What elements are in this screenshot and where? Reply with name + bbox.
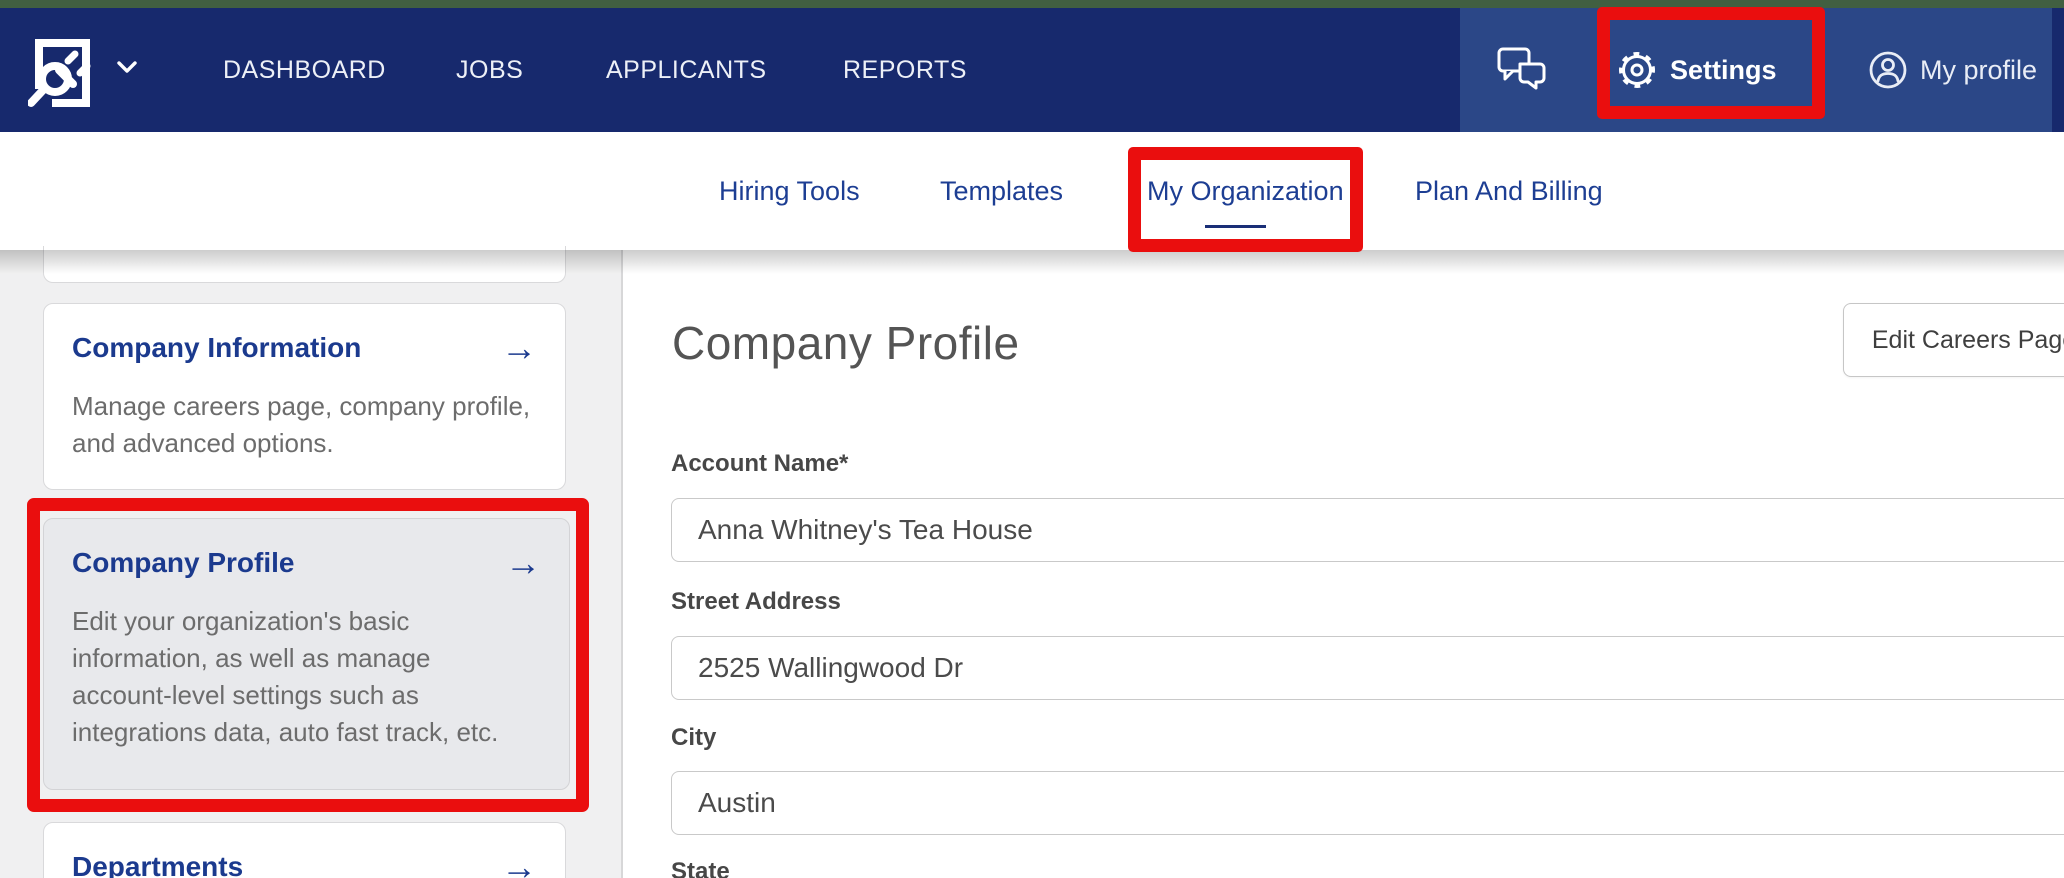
card-description: Edit your organization's basic informati… (72, 606, 499, 747)
settings-button[interactable]: Settings (1618, 8, 1777, 132)
tab-hiring-tools[interactable]: Hiring Tools (719, 132, 860, 250)
account-name-input[interactable] (671, 498, 2064, 562)
account-name-label: Account Name* (671, 450, 849, 477)
arrow-right-icon: → (501, 327, 537, 368)
street-address-label: Street Address (671, 588, 841, 615)
app-screen: DASHBOARD JOBS APPLICANTS REPORTS Settin… (0, 0, 2064, 878)
card-title: Company Information (72, 332, 362, 363)
state-label: State (671, 858, 730, 878)
sidebar-card-partial[interactable] (43, 246, 566, 283)
arrow-right-icon: → (505, 542, 541, 583)
city-label: City (671, 724, 717, 751)
settings-subnav: Hiring Tools Templates My Organization P… (0, 132, 2064, 250)
card-title: Company Profile (72, 547, 295, 578)
sidebar-card-company-information[interactable]: Company Information → Manage careers pag… (43, 303, 566, 490)
nav-item-applicants[interactable]: APPLICANTS (606, 8, 767, 132)
chat-bubbles-icon (1497, 47, 1546, 90)
my-profile-button[interactable]: My profile (1868, 8, 2037, 132)
page-title: Company Profile (672, 317, 1020, 369)
arrow-right-icon: → (501, 846, 537, 878)
sidebar-card-company-profile[interactable]: Company Profile → Edit your organization… (43, 518, 570, 790)
top-navigation-bar: DASHBOARD JOBS APPLICANTS REPORTS Settin… (0, 8, 2064, 132)
tab-plan-and-billing[interactable]: Plan And Billing (1415, 132, 1603, 250)
plug-logo-icon (28, 39, 91, 107)
browser-top-strip (0, 0, 2064, 8)
chat-button[interactable] (1496, 46, 1550, 94)
sidebar-divider (621, 250, 623, 878)
tab-my-organization[interactable]: My Organization (1147, 132, 1344, 250)
topnav-edge-divider (2052, 8, 2064, 132)
active-tab-underline (1205, 225, 1266, 228)
my-profile-label: My profile (1920, 54, 2038, 85)
gear-icon (1619, 52, 1655, 88)
tab-templates[interactable]: Templates (940, 132, 1063, 250)
nav-item-jobs[interactable]: JOBS (456, 8, 523, 132)
card-description: Manage careers page, company profile, an… (72, 391, 531, 458)
person-circle-icon (1869, 51, 1907, 89)
edit-careers-page-button[interactable]: Edit Careers Page (1843, 303, 2064, 377)
street-address-input[interactable] (671, 636, 2064, 700)
card-title: Departments (72, 851, 244, 878)
sidebar-card-departments[interactable]: Departments → (43, 822, 566, 878)
app-logo[interactable] (28, 35, 154, 111)
city-input[interactable] (671, 771, 2064, 835)
chevron-down-icon (117, 61, 137, 73)
settings-label: Settings (1670, 54, 1777, 85)
nav-item-dashboard[interactable]: DASHBOARD (223, 8, 386, 132)
nav-item-reports[interactable]: REPORTS (843, 8, 967, 132)
